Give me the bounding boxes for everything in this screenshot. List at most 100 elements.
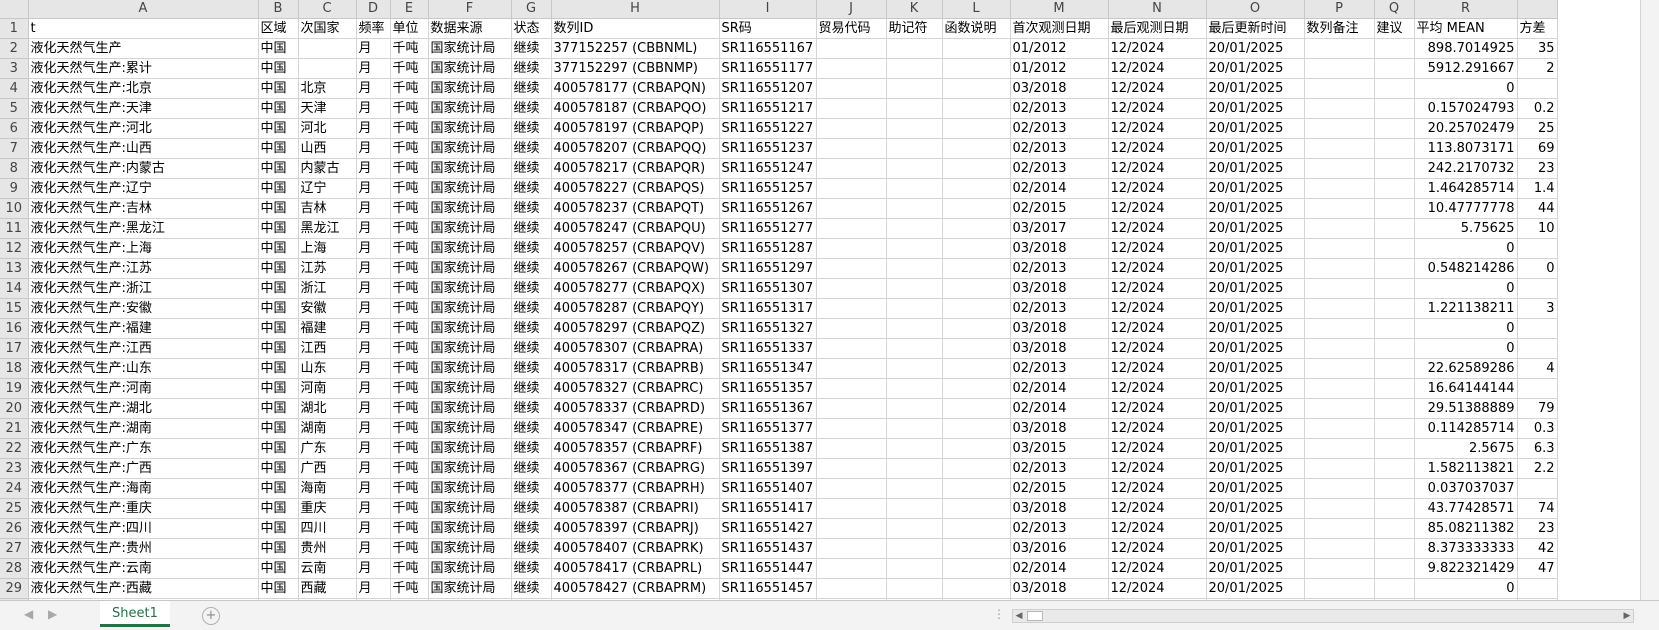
cell[interactable]: 继续 xyxy=(511,378,552,399)
cell[interactable]: 20/01/2025 xyxy=(1206,298,1305,319)
cell[interactable] xyxy=(942,378,1011,399)
cell[interactable] xyxy=(886,358,943,379)
cell[interactable]: 国家统计局 xyxy=(428,138,512,159)
cell[interactable]: 12/2024 xyxy=(1108,318,1207,339)
cell[interactable]: 400578337 (CRBAPRD) xyxy=(551,398,720,419)
cell[interactable]: 400578427 (CRBAPRM) xyxy=(551,578,720,599)
header-cell[interactable]: 方差 xyxy=(1517,18,1558,39)
cell[interactable]: SR116551397 xyxy=(719,458,817,479)
cell[interactable] xyxy=(1517,338,1558,359)
cell[interactable]: SR116551227 xyxy=(719,118,817,139)
column-header[interactable]: J xyxy=(816,0,887,19)
cell[interactable] xyxy=(1374,258,1415,279)
cell[interactable] xyxy=(942,58,1011,79)
cell[interactable] xyxy=(886,38,943,59)
cell[interactable] xyxy=(886,498,943,519)
cell[interactable]: 400578217 (CRBAPQR) xyxy=(551,158,720,179)
cell[interactable]: 月 xyxy=(356,378,391,399)
cell[interactable] xyxy=(1304,578,1375,599)
row-header[interactable]: 29 xyxy=(0,578,29,599)
cell[interactable] xyxy=(1374,178,1415,199)
row-header[interactable]: 9 xyxy=(0,178,29,199)
cell[interactable]: 02/2013 xyxy=(1010,458,1109,479)
cell[interactable]: 898.7014925 xyxy=(1414,38,1518,59)
cell[interactable]: 月 xyxy=(356,478,391,499)
scrollbar-thumb[interactable] xyxy=(1027,611,1043,621)
cell[interactable]: 液化天然气生产:广东 xyxy=(28,438,259,459)
cell[interactable]: 月 xyxy=(356,338,391,359)
cell[interactable]: 69 xyxy=(1517,138,1558,159)
row-header[interactable]: 27 xyxy=(0,538,29,559)
cell[interactable]: 01/2012 xyxy=(1010,38,1109,59)
cell[interactable] xyxy=(886,58,943,79)
cell[interactable]: 12/2024 xyxy=(1108,58,1207,79)
cell[interactable]: 继续 xyxy=(511,138,552,159)
cell[interactable] xyxy=(942,358,1011,379)
cell[interactable]: 2.5675 xyxy=(1414,438,1518,459)
cell[interactable]: 继续 xyxy=(511,58,552,79)
cell[interactable]: 79 xyxy=(1517,398,1558,419)
cell[interactable]: 月 xyxy=(356,198,391,219)
cell[interactable]: 月 xyxy=(356,358,391,379)
cell[interactable] xyxy=(816,298,887,319)
cell[interactable] xyxy=(1374,418,1415,439)
cell[interactable]: 月 xyxy=(356,38,391,59)
cell[interactable]: 23 xyxy=(1517,158,1558,179)
cell[interactable] xyxy=(816,378,887,399)
cell[interactable]: 月 xyxy=(356,218,391,239)
row-header[interactable]: 3 xyxy=(0,58,29,79)
more-options-icon[interactable]: ⋮ xyxy=(993,607,1005,621)
cell[interactable]: 广西 xyxy=(298,458,357,479)
cell[interactable] xyxy=(942,258,1011,279)
cell[interactable] xyxy=(1304,478,1375,499)
cell[interactable]: 43.77428571 xyxy=(1414,498,1518,519)
cell[interactable] xyxy=(816,498,887,519)
cell[interactable]: 继续 xyxy=(511,538,552,559)
cell[interactable]: 千吨 xyxy=(390,458,429,479)
cell[interactable]: 400578307 (CRBAPRA) xyxy=(551,338,720,359)
cell[interactable] xyxy=(1304,138,1375,159)
cell[interactable]: 中国 xyxy=(258,258,299,279)
cell[interactable]: 74 xyxy=(1517,498,1558,519)
cell[interactable]: 继续 xyxy=(511,118,552,139)
cell[interactable] xyxy=(886,78,943,99)
cell[interactable] xyxy=(886,218,943,239)
cell[interactable] xyxy=(816,458,887,479)
cell[interactable] xyxy=(942,238,1011,259)
row-header[interactable]: 26 xyxy=(0,518,29,539)
cell[interactable]: SR116551387 xyxy=(719,438,817,459)
cell[interactable] xyxy=(886,278,943,299)
cell[interactable]: 天津 xyxy=(298,98,357,119)
cell[interactable]: 液化天然气生产:辽宁 xyxy=(28,178,259,199)
cell[interactable]: SR116551247 xyxy=(719,158,817,179)
cell[interactable]: 03/2018 xyxy=(1010,78,1109,99)
cell[interactable]: 千吨 xyxy=(390,318,429,339)
cell[interactable]: 月 xyxy=(356,138,391,159)
cell[interactable]: 12/2024 xyxy=(1108,438,1207,459)
cell[interactable]: 国家统计局 xyxy=(428,38,512,59)
cell[interactable]: 液化天然气生产:江西 xyxy=(28,338,259,359)
cell[interactable] xyxy=(1304,118,1375,139)
cell[interactable]: 国家统计局 xyxy=(428,538,512,559)
cell[interactable]: 377152297 (CBBNMP) xyxy=(551,58,720,79)
cell[interactable]: 北京 xyxy=(298,78,357,99)
cell[interactable]: 月 xyxy=(356,538,391,559)
cell[interactable]: 月 xyxy=(356,78,391,99)
cell[interactable]: SR116551307 xyxy=(719,278,817,299)
cell[interactable]: 月 xyxy=(356,518,391,539)
cell[interactable]: 中国 xyxy=(258,98,299,119)
cell[interactable]: 国家统计局 xyxy=(428,418,512,439)
cell[interactable]: 400578397 (CRBAPRJ) xyxy=(551,518,720,539)
cell[interactable]: SR116551177 xyxy=(719,58,817,79)
header-cell[interactable]: SR码 xyxy=(719,18,817,39)
cell[interactable]: 02/2013 xyxy=(1010,298,1109,319)
cell[interactable]: 液化天然气生产:上海 xyxy=(28,238,259,259)
scroll-left-icon[interactable]: ◀ xyxy=(1013,610,1025,622)
cell[interactable] xyxy=(942,578,1011,599)
cell[interactable]: SR116551297 xyxy=(719,258,817,279)
cell[interactable]: 20/01/2025 xyxy=(1206,518,1305,539)
cell[interactable]: 20/01/2025 xyxy=(1206,498,1305,519)
cell[interactable]: 福建 xyxy=(298,318,357,339)
cell[interactable]: 海南 xyxy=(298,478,357,499)
cell[interactable] xyxy=(942,78,1011,99)
